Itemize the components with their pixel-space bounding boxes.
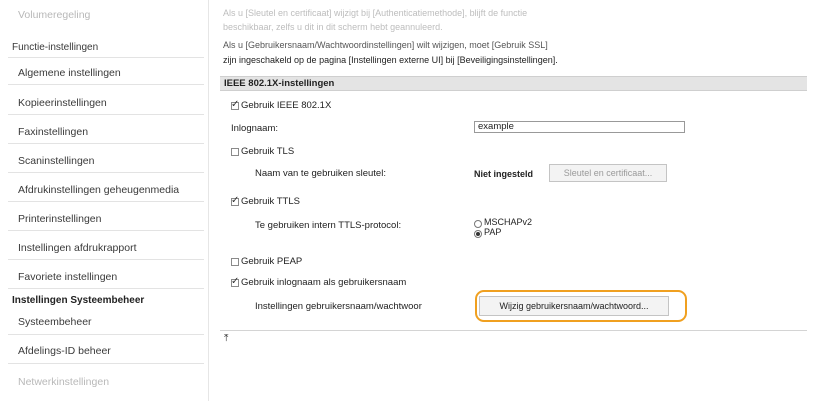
use-peap-checkbox[interactable] <box>231 258 239 266</box>
radio-pap[interactable] <box>474 230 482 238</box>
key-name-label: Naam van te gebruiken sleutel: <box>255 168 386 179</box>
panel-title: IEEE 802.1X-instellingen <box>224 78 335 89</box>
sidebar: Volumeregeling Functie-instellingen Alge… <box>0 0 209 401</box>
username-password-settings-label: Instellingen gebruikersnaam/wachtwoor <box>255 301 422 312</box>
sidebar-divider <box>8 201 204 202</box>
sidebar-divider <box>8 84 204 85</box>
sidebar-item-kopieerinstellingen[interactable]: Kopieerinstellingen <box>18 97 107 109</box>
sidebar-divider <box>8 57 204 58</box>
use-ieee-8021x-label: Gebruik IEEE 802.1X <box>241 100 332 111</box>
login-name-label: Inlognaam: <box>231 123 279 134</box>
radio-mschapv2[interactable] <box>474 220 482 228</box>
highlight-ring <box>475 290 687 322</box>
note-line: zijn ingeschakeld op de pagina [Instelli… <box>223 55 558 65</box>
sidebar-section-instellingen-systeembeheer: Instellingen Systeembeheer <box>12 295 145 306</box>
sidebar-item-favoriete-instellingen[interactable]: Favoriete instellingen <box>18 271 117 283</box>
sidebar-item-netwerkinstellingen[interactable]: Netwerkinstellingen <box>18 376 109 388</box>
sidebar-item-afdelings-id-beheer[interactable]: Afdelings-ID beheer <box>18 345 111 357</box>
use-tls-label: Gebruik TLS <box>241 146 295 157</box>
sidebar-divider <box>8 363 204 364</box>
sidebar-item-instellingen-afdrukrapport[interactable]: Instellingen afdrukrapport <box>18 242 137 254</box>
note-line: Als u [Gebruikersnaam/Wachtwoordinstelli… <box>223 40 548 50</box>
sidebar-item-algemene-instellingen[interactable]: Algemene instellingen <box>18 67 121 79</box>
sidebar-item-faxinstellingen[interactable]: Faxinstellingen <box>18 126 88 138</box>
ttls-protocol-label: Te gebruiken intern TTLS-protocol: <box>255 220 402 231</box>
sidebar-item-systeembeheer[interactable]: Systeembeheer <box>18 316 92 328</box>
use-peap-label: Gebruik PEAP <box>241 256 303 267</box>
sidebar-divider <box>8 172 204 173</box>
use-login-as-username-checkbox[interactable] <box>231 276 239 287</box>
sidebar-item-scaninstellingen[interactable]: Scaninstellingen <box>18 155 94 167</box>
use-ieee-8021x-checkbox[interactable] <box>231 99 239 110</box>
use-ttls-checkbox[interactable] <box>231 195 239 206</box>
panel-header: IEEE 802.1X-instellingen <box>220 76 807 91</box>
sidebar-divider <box>8 288 204 289</box>
sidebar-divider <box>8 143 204 144</box>
sidebar-item-volumeregeling[interactable]: Volumeregeling <box>18 9 90 21</box>
key-status: Niet ingesteld <box>474 169 534 179</box>
sidebar-section-functie-instellingen: Functie-instellingen <box>12 42 99 53</box>
sidebar-divider <box>8 230 204 231</box>
to-top-icon[interactable]: ⤒ <box>224 333 228 344</box>
radio-mschapv2-label: MSCHAPv2 <box>484 217 533 227</box>
note-line: Als u [Sleutel en certificaat] wijzigt b… <box>223 8 528 18</box>
login-name-input[interactable]: example <box>474 121 685 133</box>
sidebar-divider <box>8 114 204 115</box>
use-login-as-username-label: Gebruik inlognaam als gebruikersnaam <box>241 277 407 288</box>
use-tls-checkbox[interactable] <box>231 148 239 156</box>
main-content: Als u [Sleutel en certificaat] wijzigt b… <box>220 0 810 401</box>
sidebar-item-afdrukinstellingen-geheugenmedia[interactable]: Afdrukinstellingen geheugenmedia <box>18 184 179 196</box>
sidebar-divider <box>8 259 204 260</box>
note-line: beschikbaar, zelfs u dit in dit scherm h… <box>223 22 443 32</box>
key-certificate-button[interactable]: Sleutel en certificaat... <box>549 164 667 182</box>
use-ttls-label: Gebruik TTLS <box>241 196 300 207</box>
radio-pap-label: PAP <box>484 227 502 237</box>
sidebar-item-printerinstellingen[interactable]: Printerinstellingen <box>18 213 101 225</box>
sidebar-divider <box>8 334 204 335</box>
